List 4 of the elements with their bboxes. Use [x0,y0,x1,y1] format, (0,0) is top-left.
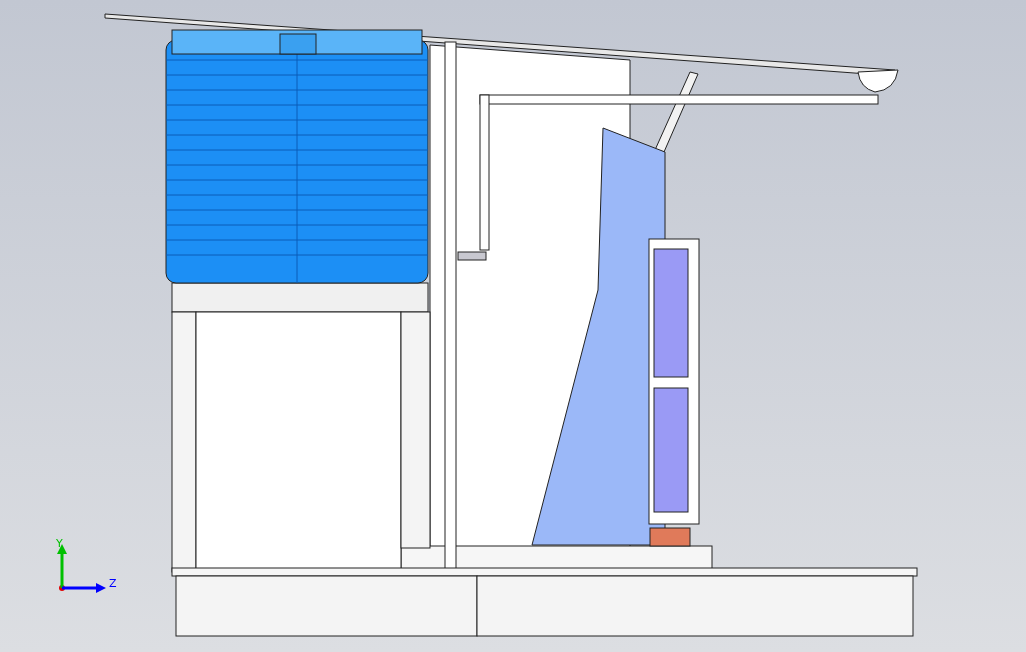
axis-label: Y [56,538,63,550]
axis-label: Z [109,578,117,590]
origin-dot [59,585,65,591]
cad-viewport[interactable]: Y Z [0,0,1026,652]
